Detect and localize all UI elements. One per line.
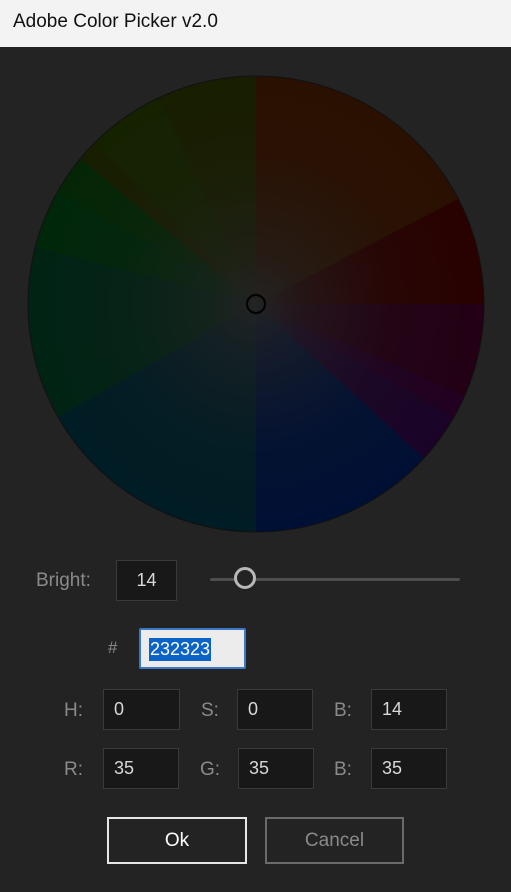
g-label: G:: [200, 759, 221, 780]
s-label: S:: [201, 700, 219, 721]
title-bar[interactable]: Adobe Color Picker v2.0: [0, 0, 511, 47]
s-field[interactable]: 0: [237, 689, 313, 730]
color-wheel-graphic[interactable]: [27, 75, 485, 533]
cancel-button[interactable]: Cancel: [265, 817, 404, 864]
ok-button[interactable]: Ok: [107, 817, 247, 864]
window-title: Adobe Color Picker v2.0: [13, 11, 218, 32]
brightness-slider-thumb[interactable]: [234, 567, 256, 589]
hex-label: #: [108, 638, 118, 657]
hsb-b-label: B:: [334, 700, 352, 721]
h-field[interactable]: 0: [103, 689, 180, 730]
color-wheel[interactable]: [27, 75, 485, 533]
g-field[interactable]: 35: [238, 748, 314, 789]
rgb-b-label: B:: [334, 759, 352, 780]
hsb-b-field[interactable]: 14: [371, 689, 447, 730]
color-picker-window: Adobe Color Picker v2.0 Bright: 14 # 232…: [0, 0, 511, 892]
brightness-label: Bright:: [36, 570, 91, 591]
rgb-b-field[interactable]: 35: [371, 748, 447, 789]
hex-value: 232323: [149, 638, 212, 661]
r-field[interactable]: 35: [103, 748, 179, 789]
hex-field[interactable]: 232323: [139, 628, 246, 669]
brightness-field[interactable]: 14: [116, 560, 177, 601]
h-label: H:: [64, 700, 83, 721]
r-label: R:: [64, 759, 83, 780]
